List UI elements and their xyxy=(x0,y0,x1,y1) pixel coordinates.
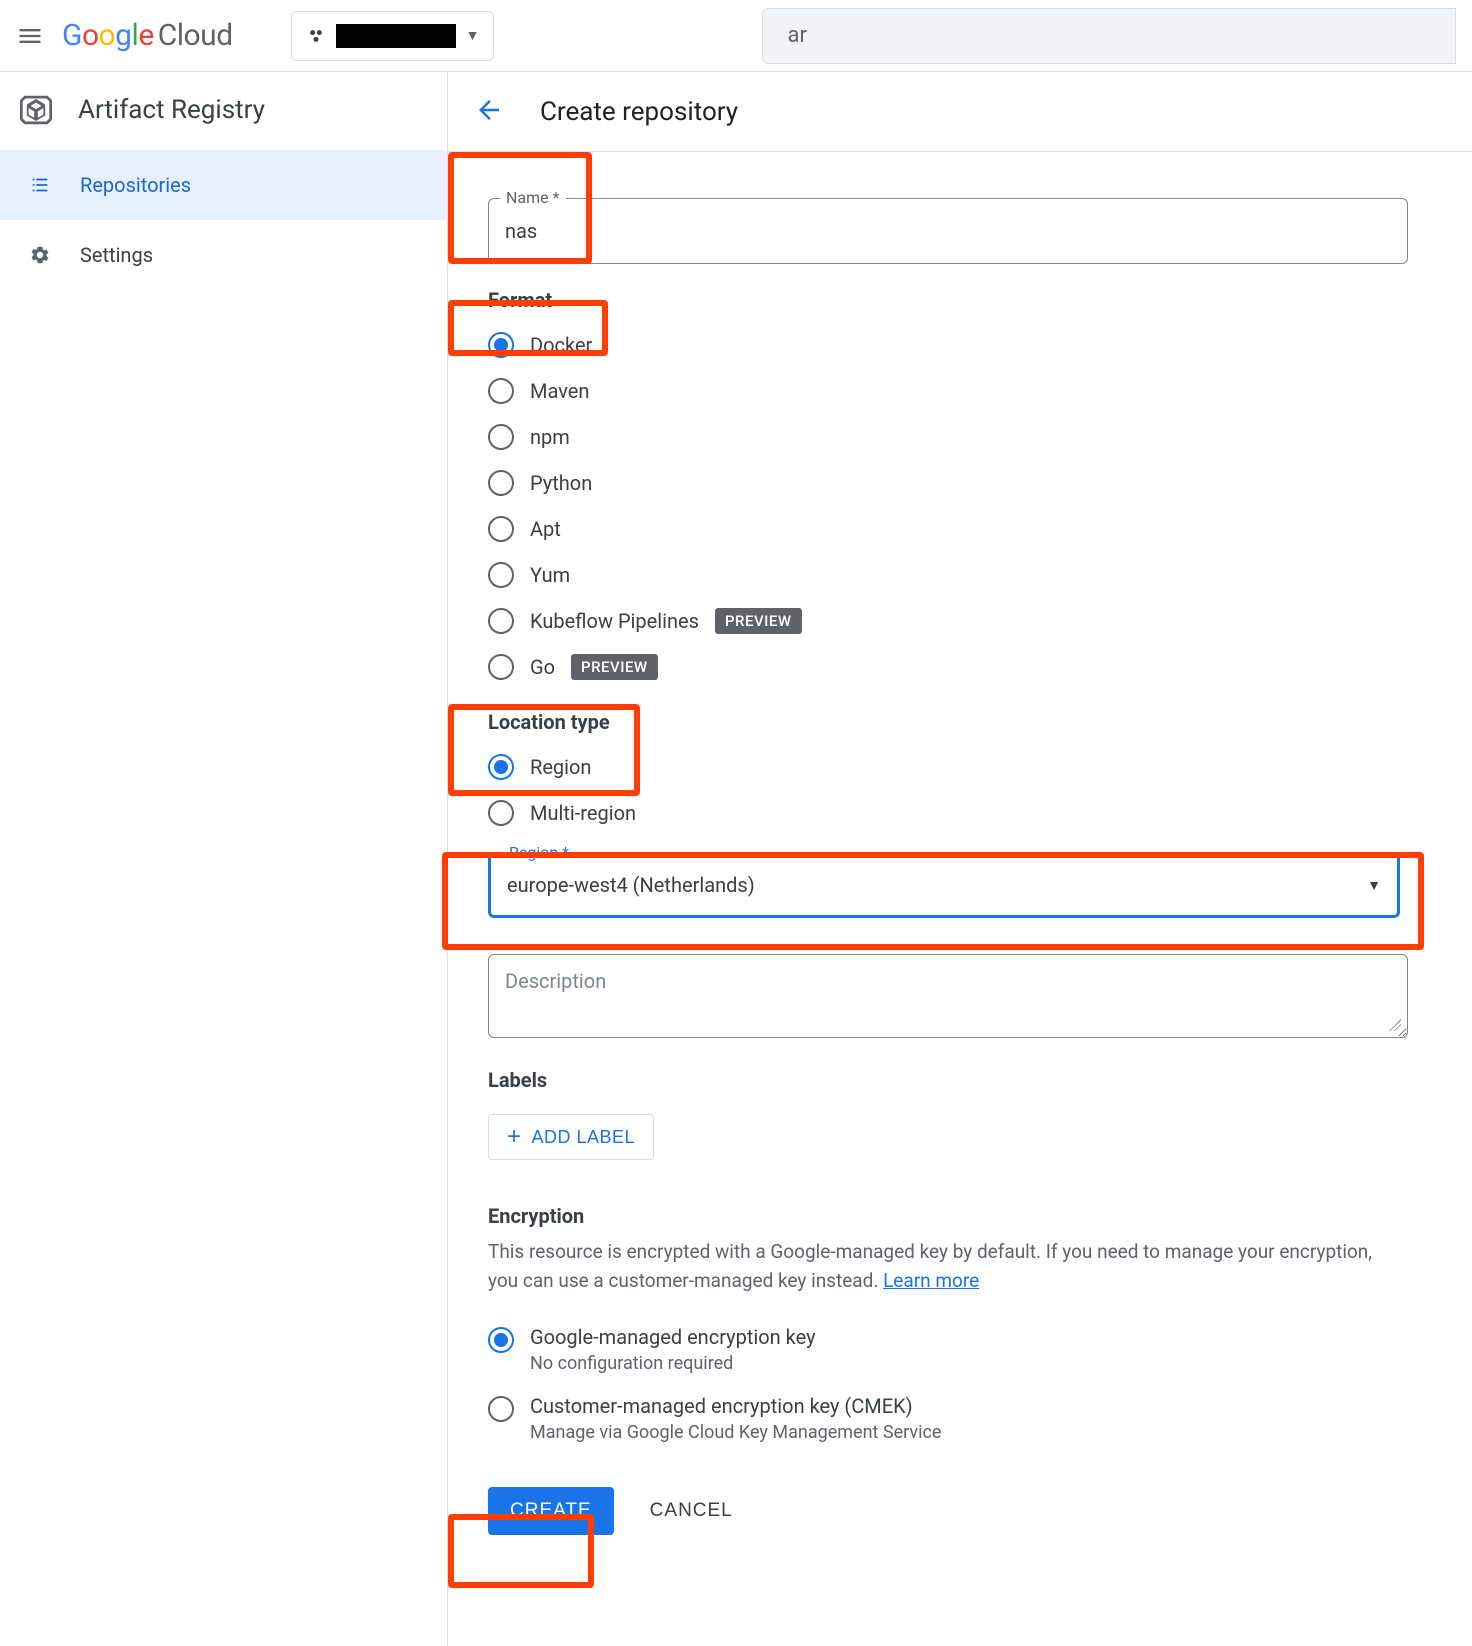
encryption-option-label: Customer-managed encryption key (CMEK) xyxy=(530,1394,941,1418)
radio-icon xyxy=(488,516,514,542)
description-input[interactable]: Description xyxy=(488,954,1408,1038)
format-option-kubeflow-pipelines[interactable]: Kubeflow Pipelines PREVIEW xyxy=(488,598,1432,644)
create-button[interactable]: CREATE xyxy=(488,1487,614,1535)
format-option-python[interactable]: Python xyxy=(488,460,1432,506)
form: Name * nas Format Docker Maven npm Python Ap… xyxy=(448,152,1472,1575)
location-type-label: Location type xyxy=(488,710,1432,734)
search-input[interactable]: ar xyxy=(762,8,1456,64)
format-option-docker[interactable]: Docker xyxy=(488,322,1432,368)
encryption-description: This resource is encrypted with a Google… xyxy=(488,1238,1388,1295)
format-option-label: Python xyxy=(530,471,592,495)
location-option-label: Region xyxy=(530,755,591,779)
page-title: Create repository xyxy=(540,97,738,127)
top-bar: Google Cloud ▼ ar xyxy=(0,0,1472,72)
back-arrow-icon[interactable] xyxy=(474,95,504,129)
list-icon xyxy=(28,174,52,196)
gcp-logo[interactable]: Google Cloud xyxy=(62,18,233,53)
service-title: Artifact Registry xyxy=(78,95,265,125)
format-option-label: Maven xyxy=(530,379,589,403)
region-select[interactable]: Region * europe-west4 (Netherlands) ▼ xyxy=(488,852,1400,918)
format-option-label: Apt xyxy=(530,517,561,541)
plus-icon: + xyxy=(507,1125,522,1149)
encryption-option-sub: No configuration required xyxy=(530,1353,816,1374)
project-icon xyxy=(306,26,326,46)
page-header: Create repository xyxy=(448,72,1472,152)
cancel-button[interactable]: CANCEL xyxy=(650,1500,733,1522)
description-placeholder: Description xyxy=(505,969,606,993)
radio-icon xyxy=(488,332,514,358)
preview-chip: PREVIEW xyxy=(715,608,802,634)
main: Create repository Name * nas Format Dock… xyxy=(448,72,1472,1646)
caret-down-icon: ▼ xyxy=(466,27,480,44)
format-option-label: Yum xyxy=(530,563,570,587)
radio-icon xyxy=(488,470,514,496)
project-picker[interactable]: ▼ xyxy=(291,11,495,61)
learn-more-link[interactable]: Learn more xyxy=(883,1269,979,1292)
format-option-yum[interactable]: Yum xyxy=(488,552,1432,598)
service-header: Artifact Registry xyxy=(0,72,447,150)
radio-icon xyxy=(488,608,514,634)
location-option-label: Multi-region xyxy=(530,801,636,825)
sidebar: Artifact Registry Repositories Settings xyxy=(0,72,448,1646)
gear-icon xyxy=(28,244,52,266)
sidebar-item-repositories[interactable]: Repositories xyxy=(0,150,447,220)
format-option-label: npm xyxy=(530,425,570,449)
sidebar-item-settings[interactable]: Settings xyxy=(0,220,447,290)
format-option-maven[interactable]: Maven xyxy=(488,368,1432,414)
encryption-option[interactable]: Google-managed encryption key No configur… xyxy=(488,1315,1432,1384)
name-value: nas xyxy=(505,219,537,243)
sidebar-item-label: Settings xyxy=(80,243,153,267)
format-option-label: Docker xyxy=(530,333,592,357)
radio-icon xyxy=(488,1327,514,1353)
radio-icon xyxy=(488,424,514,450)
caret-down-icon: ▼ xyxy=(1367,877,1381,894)
sidebar-item-label: Repositories xyxy=(80,173,191,197)
encryption-option-sub: Manage via Google Cloud Key Management S… xyxy=(530,1422,941,1443)
radio-icon xyxy=(488,378,514,404)
name-input[interactable]: Name * nas xyxy=(488,198,1408,264)
project-name-redacted xyxy=(336,24,456,48)
format-option-label: Kubeflow Pipelines xyxy=(530,609,699,633)
radio-icon xyxy=(488,1396,514,1422)
encryption-label: Encryption xyxy=(488,1204,1432,1228)
region-label: Region * xyxy=(503,843,575,862)
format-option-apt[interactable]: Apt xyxy=(488,506,1432,552)
radio-icon xyxy=(488,562,514,588)
format-option-label: Go xyxy=(530,655,555,679)
add-label-text: ADD LABEL xyxy=(532,1127,636,1148)
radio-icon xyxy=(488,800,514,826)
format-label: Format xyxy=(488,288,1432,312)
logo-suffix: Cloud xyxy=(158,18,233,53)
radio-icon xyxy=(488,654,514,680)
format-option-npm[interactable]: npm xyxy=(488,414,1432,460)
add-label-button[interactable]: + ADD LABEL xyxy=(488,1114,654,1160)
radio-icon xyxy=(488,754,514,780)
location-option-region[interactable]: Region xyxy=(488,744,1432,790)
encryption-option-label: Google-managed encryption key xyxy=(530,1325,816,1349)
format-option-go[interactable]: Go PREVIEW xyxy=(488,644,1432,690)
labels-label: Labels xyxy=(488,1068,1432,1092)
menu-icon[interactable] xyxy=(16,22,44,50)
artifact-registry-icon xyxy=(14,88,58,132)
region-value: europe-west4 (Netherlands) xyxy=(507,873,755,897)
location-option-multi-region[interactable]: Multi-region xyxy=(488,790,1432,836)
preview-chip: PREVIEW xyxy=(571,654,658,680)
name-label: Name * xyxy=(500,188,566,207)
encryption-option[interactable]: Customer-managed encryption key (CMEK) Ma… xyxy=(488,1384,1432,1453)
